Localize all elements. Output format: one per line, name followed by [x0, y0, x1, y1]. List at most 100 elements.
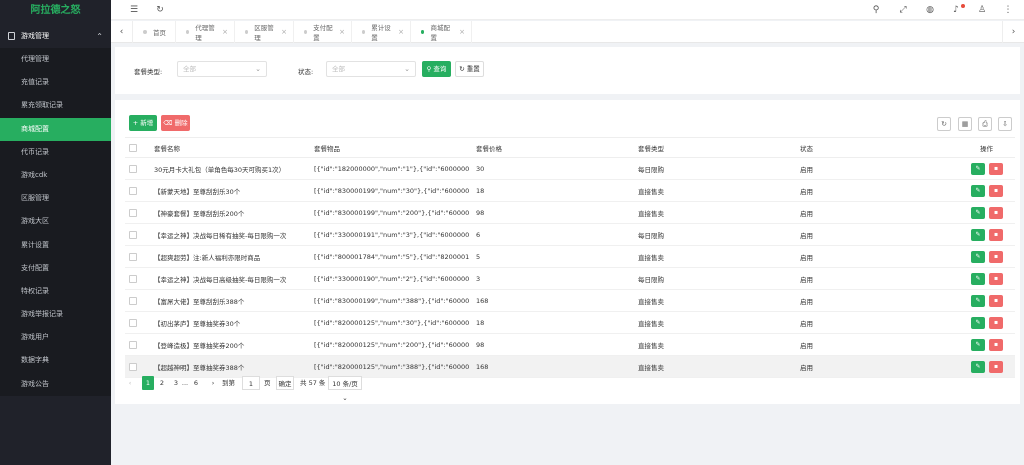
table-row[interactable]: 【新蒙天地】至尊刮刮乐30个 [{"id":"830000199","num":"… — [125, 180, 1015, 202]
package-type-select[interactable]: 全部 ⌄ — [177, 61, 267, 77]
sidebar-item[interactable]: 游戏大区 — [0, 210, 111, 233]
status-select[interactable]: 全部 ⌄ — [326, 61, 416, 77]
sidebar-item[interactable]: 游戏公告 — [0, 373, 111, 396]
tab-item[interactable]: 累计设置 × — [356, 21, 411, 43]
sidebar-item[interactable]: 累充领取记录 — [0, 94, 111, 117]
row-checkbox[interactable] — [129, 296, 137, 305]
close-icon[interactable]: × — [222, 28, 228, 36]
sidebar-item[interactable]: 游戏用户 — [0, 326, 111, 349]
table-row[interactable]: 【超爽超劳】注:新人福利亦限时商品 [{"id":"800001784","num… — [125, 246, 1015, 268]
page-number[interactable]: 6 — [191, 376, 201, 390]
edit-button[interactable]: ✎ — [971, 317, 985, 329]
edit-button[interactable]: ✎ — [971, 251, 985, 263]
row-select-cell[interactable] — [129, 290, 137, 311]
select-all-checkbox[interactable] — [129, 143, 137, 152]
tab-scroll-right-icon[interactable]: › — [1002, 21, 1024, 43]
row-select-cell[interactable] — [129, 356, 137, 377]
table-row[interactable]: 【神豪套餐】至尊刮刮乐200个 [{"id":"830000199","num":… — [125, 202, 1015, 224]
table-refresh-icon[interactable]: ↻ — [937, 117, 951, 131]
edit-button[interactable]: ✎ — [971, 229, 985, 241]
close-icon[interactable]: × — [339, 28, 345, 36]
row-checkbox[interactable] — [129, 186, 137, 195]
table-row[interactable]: 【登峰造极】至尊抽奖券200个 [{"id":"820000125","num":… — [125, 334, 1015, 356]
row-checkbox[interactable] — [129, 340, 137, 349]
row-select-cell[interactable] — [129, 224, 137, 245]
add-button[interactable]: + 新增 — [129, 115, 157, 131]
table-row[interactable]: 【富屌大佬】至尊刮刮乐388个 [{"id":"830000199","num":… — [125, 290, 1015, 312]
row-select-cell[interactable] — [129, 312, 137, 333]
tab-item[interactable]: 代理管理 × — [180, 21, 235, 43]
sidebar-item[interactable]: 特权记录 — [0, 280, 111, 303]
print-icon[interactable]: ⎙ — [978, 117, 992, 131]
row-checkbox[interactable] — [129, 362, 137, 371]
edit-button[interactable]: ✎ — [971, 339, 985, 351]
more-icon[interactable]: ⋮ — [1001, 3, 1015, 17]
tab-scroll-left-icon[interactable]: ‹ — [111, 21, 133, 43]
row-select-cell[interactable] — [129, 334, 137, 355]
sidebar-item[interactable]: 数据字典 — [0, 349, 111, 372]
tab-item[interactable]: 商城配置 × — [415, 21, 472, 43]
globe-icon[interactable]: ◍ — [923, 3, 937, 17]
delete-row-button[interactable]: ▪ — [989, 295, 1003, 307]
row-select-cell[interactable] — [129, 202, 137, 223]
delete-button[interactable]: ⌫ 删除 — [161, 115, 190, 131]
delete-row-button[interactable]: ▪ — [989, 163, 1003, 175]
table-row[interactable]: 【初出茅庐】至尊抽奖券30个 [{"id":"820000125","num":"… — [125, 312, 1015, 334]
delete-row-button[interactable]: ▪ — [989, 229, 1003, 241]
row-checkbox[interactable] — [129, 230, 137, 239]
sidebar-item[interactable]: 游戏cdk — [0, 164, 111, 187]
close-icon[interactable]: × — [398, 28, 404, 36]
row-select-cell[interactable] — [129, 268, 137, 289]
edit-button[interactable]: ✎ — [971, 207, 985, 219]
sidebar-item[interactable]: 支付配置 — [0, 257, 111, 280]
delete-row-button[interactable]: ▪ — [989, 317, 1003, 329]
table-row[interactable]: 【超越神明】至尊抽奖券388个 [{"id":"820000125","num":… — [125, 356, 1015, 378]
row-checkbox[interactable] — [129, 252, 137, 261]
delete-row-button[interactable]: ▪ — [989, 339, 1003, 351]
delete-row-button[interactable]: ▪ — [989, 251, 1003, 263]
row-checkbox[interactable] — [129, 318, 137, 327]
export-icon[interactable]: ⇩ — [998, 117, 1012, 131]
select-all-cell[interactable] — [129, 138, 137, 157]
close-icon[interactable]: × — [281, 28, 287, 36]
edit-button[interactable]: ✎ — [971, 361, 985, 373]
edit-button[interactable]: ✎ — [971, 185, 985, 197]
tab-item[interactable]: 首页 — [137, 21, 176, 43]
sidebar-item[interactable]: 游戏举报记录 — [0, 303, 111, 326]
goto-page-input[interactable]: 1 — [242, 376, 260, 390]
refresh-icon[interactable]: ↻ — [153, 3, 167, 17]
close-icon[interactable]: × — [459, 28, 465, 36]
page-number[interactable]: 1 — [142, 376, 154, 390]
column-toggle-icon[interactable]: ▦ — [958, 117, 972, 131]
table-row[interactable]: 【幸运之神】决战每日稀有抽奖-每日限购一次 [{"id":"330000191",… — [125, 224, 1015, 246]
sidebar-group-game[interactable]: 游戏管理 ⌃ — [0, 24, 111, 48]
row-select-cell[interactable] — [129, 246, 137, 267]
row-checkbox[interactable] — [129, 274, 137, 283]
fullscreen-icon[interactable]: ⤢ — [896, 3, 910, 17]
sidebar-item[interactable]: 充值记录 — [0, 71, 111, 94]
sidebar-item[interactable]: 代币记录 — [0, 141, 111, 164]
menu-toggle-icon[interactable]: ☰ — [127, 3, 141, 17]
row-checkbox[interactable] — [129, 164, 137, 173]
edit-button[interactable]: ✎ — [971, 273, 985, 285]
prev-page-icon[interactable]: ‹ — [125, 376, 135, 390]
reset-button[interactable]: ↻ 重置 — [455, 61, 484, 77]
search-icon[interactable]: ⚲ — [869, 3, 883, 17]
row-select-cell[interactable] — [129, 180, 137, 201]
delete-row-button[interactable]: ▪ — [989, 185, 1003, 197]
row-checkbox[interactable] — [129, 208, 137, 217]
delete-row-button[interactable]: ▪ — [989, 361, 1003, 373]
goto-confirm-button[interactable]: 确定 — [276, 376, 294, 390]
sidebar-item[interactable]: 区服管理 — [0, 187, 111, 210]
edit-button[interactable]: ✎ — [971, 295, 985, 307]
page-number[interactable]: 2 — [157, 376, 167, 390]
delete-row-button[interactable]: ▪ — [989, 273, 1003, 285]
tab-item[interactable]: 区服管理 × — [239, 21, 294, 43]
sidebar-item[interactable]: 代理管理 — [0, 48, 111, 71]
sidebar-item[interactable]: 累计设置 — [0, 234, 111, 257]
user-icon[interactable]: ♙ — [975, 3, 989, 17]
row-select-cell[interactable] — [129, 158, 137, 179]
delete-row-button[interactable]: ▪ — [989, 207, 1003, 219]
edit-button[interactable]: ✎ — [971, 163, 985, 175]
page-size-select[interactable]: 10 条/页 ⌄ — [328, 376, 362, 402]
